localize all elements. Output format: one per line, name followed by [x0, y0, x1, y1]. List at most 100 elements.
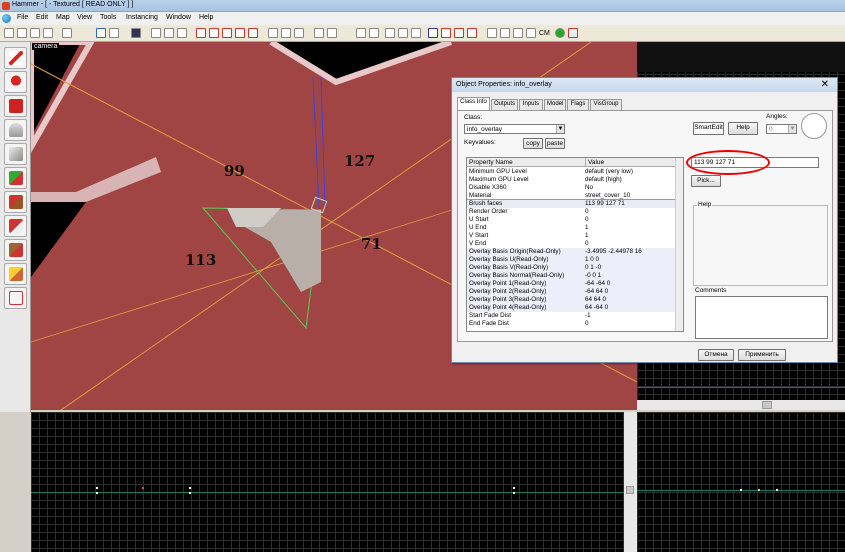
tab-class-info[interactable]: Class Info: [457, 97, 490, 110]
select-icon[interactable]: [235, 28, 245, 38]
ungroup-icon[interactable]: [411, 28, 421, 38]
help-button[interactable]: Help: [728, 122, 758, 135]
menu-map[interactable]: Map: [56, 14, 70, 21]
cut-icon[interactable]: [268, 28, 278, 38]
select-icon[interactable]: [369, 28, 379, 38]
texture-apply-icon[interactable]: [314, 28, 324, 38]
comments-textarea[interactable]: [695, 296, 828, 339]
camera-tool-button[interactable]: [4, 95, 27, 117]
table-row[interactable]: Disable X360 No: [467, 184, 676, 192]
apply-texture-button[interactable]: [4, 191, 27, 213]
tab-inputs[interactable]: Inputs: [519, 99, 543, 110]
redo-icon[interactable]: [109, 28, 119, 38]
table-row[interactable]: Start Fade Dist -1: [467, 312, 676, 320]
scrollbar[interactable]: [624, 412, 637, 552]
menu-view[interactable]: View: [77, 14, 92, 21]
cordon-icon[interactable]: [327, 28, 337, 38]
selection-tool-button[interactable]: [4, 47, 27, 69]
menu-help[interactable]: Help: [199, 14, 213, 21]
table-row[interactable]: V Start 1: [467, 232, 676, 240]
scrollbar-thumb[interactable]: [762, 401, 772, 409]
table-row[interactable]: Overlay Point 2(Read-Only) -64 64 0: [467, 288, 676, 296]
table-row[interactable]: Overlay Point 3(Read-Only) 64 64 0: [467, 296, 676, 304]
table-row[interactable]: Overlay Basis Origin(Read-Only) -3.4995 -…: [467, 248, 676, 256]
block-tool-button[interactable]: [4, 143, 27, 165]
pick-button[interactable]: Pick...: [691, 175, 721, 187]
paste-icon[interactable]: [294, 28, 304, 38]
close-icon[interactable]: ✕: [821, 79, 829, 90]
angles-select[interactable]: 0 ▼: [766, 124, 797, 134]
vertex-tool-button[interactable]: [4, 287, 27, 309]
entity-icon[interactable]: [248, 28, 258, 38]
entity-tool-button[interactable]: [4, 119, 27, 141]
table-row[interactable]: Material street_cover_10: [467, 192, 676, 200]
cm-icon[interactable]: CM: [539, 30, 550, 37]
table-row[interactable]: Brush faces 113 99 127 71: [467, 199, 677, 209]
tab-flags[interactable]: Flags: [567, 99, 589, 110]
menu-file[interactable]: File: [17, 14, 28, 21]
globe-icon[interactable]: [2, 14, 11, 23]
cube-icon[interactable]: [209, 28, 219, 38]
tab-visgroup[interactable]: VisGroup: [590, 99, 622, 110]
menu-tools[interactable]: Tools: [100, 14, 116, 21]
snap-icon[interactable]: [43, 28, 53, 38]
menu-instancing[interactable]: Instancing: [126, 14, 158, 21]
properties-table[interactable]: Property Name Value Minimum GPU Level def…: [466, 157, 684, 332]
column-header-name[interactable]: Property Name: [469, 158, 513, 167]
scrollbar-thumb[interactable]: [626, 486, 634, 494]
apply-button[interactable]: Применить: [738, 349, 786, 361]
cordon-icon[interactable]: [513, 28, 523, 38]
grid-small-icon[interactable]: [17, 28, 27, 38]
smartedit-toggle[interactable]: SmartEdit: [693, 122, 724, 135]
tab-model[interactable]: Model: [544, 99, 566, 110]
side-2d-viewport[interactable]: [637, 412, 845, 552]
menu-window[interactable]: Window: [166, 14, 191, 21]
run-map-icon[interactable]: [568, 28, 578, 38]
table-row[interactable]: Minimum GPU Level default (very low): [467, 168, 676, 176]
class-select[interactable]: info_overlay ▼: [464, 124, 565, 134]
decal-tool-button[interactable]: [4, 215, 27, 237]
table-row[interactable]: V End 0: [467, 240, 676, 248]
table-row[interactable]: Overlay Point 1(Read-Only) -64 -64 0: [467, 280, 676, 288]
grid-icon[interactable]: [4, 28, 14, 38]
visgroup-icon[interactable]: [555, 28, 565, 38]
entity-icon[interactable]: [385, 28, 395, 38]
undo-icon[interactable]: [62, 28, 72, 38]
chevron-down-icon[interactable]: ▼: [556, 125, 564, 133]
grid-large-icon[interactable]: [30, 28, 40, 38]
carve-icon[interactable]: [356, 28, 366, 38]
copy-icon[interactable]: [281, 28, 291, 38]
copy-button[interactable]: copy: [523, 138, 543, 149]
texture-icon[interactable]: [467, 28, 477, 38]
table-row[interactable]: U Start 0: [467, 216, 676, 224]
table-row[interactable]: Overlay Point 4(Read-Only) 64 -64 0: [467, 304, 676, 312]
scrollbar[interactable]: [637, 400, 845, 410]
chevron-down-icon[interactable]: ▼: [788, 125, 796, 133]
hollow-icon[interactable]: [428, 28, 438, 38]
clip-tool-button[interactable]: [4, 263, 27, 285]
magnify-tool-button[interactable]: [4, 71, 27, 93]
table-row[interactable]: Maximum GPU Level default (high): [467, 176, 676, 184]
table-row[interactable]: U End 1: [467, 224, 676, 232]
table-row[interactable]: Render Order 0: [467, 208, 676, 216]
snap-icon[interactable]: [526, 28, 536, 38]
table-row[interactable]: Overlay Basis Normal(Read-Only) -0 0 1: [467, 272, 676, 280]
front-2d-viewport[interactable]: [31, 412, 624, 552]
overlay-tool-button[interactable]: [4, 239, 27, 261]
texture-tool-button[interactable]: [4, 167, 27, 189]
table-row[interactable]: End Fade Dist 0: [467, 320, 676, 328]
tab-outputs[interactable]: Outputs: [491, 99, 518, 110]
run-map-icon[interactable]: [487, 28, 497, 38]
group-icon[interactable]: [398, 28, 408, 38]
angle-dial[interactable]: [801, 113, 827, 139]
table-row[interactable]: Overlay Basis U(Read-Only) 1 0 0: [467, 256, 676, 264]
wire-icon[interactable]: [222, 28, 232, 38]
cube-icon[interactable]: [441, 28, 451, 38]
column-header-value[interactable]: Value: [585, 158, 604, 167]
ungroup-icon[interactable]: [196, 28, 206, 38]
hollow-icon[interactable]: [164, 28, 174, 38]
check-icon[interactable]: [500, 28, 510, 38]
paste-button[interactable]: paste: [545, 138, 565, 149]
undo-icon[interactable]: [96, 28, 106, 38]
carve-icon[interactable]: [151, 28, 161, 38]
